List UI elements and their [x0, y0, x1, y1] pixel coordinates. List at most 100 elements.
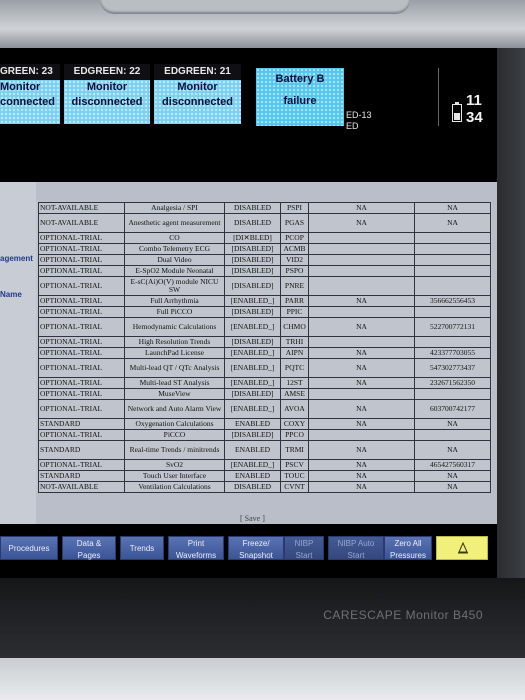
- table-cell: NA: [414, 202, 491, 214]
- table-cell: [DISABLED]: [224, 243, 281, 255]
- table-cell: NA: [308, 213, 415, 233]
- table-row[interactable]: OPTIONAL-TRIAL Network and Auto Alarm Vie…: [38, 399, 491, 419]
- save-button[interactable]: [ Save ]: [240, 514, 265, 523]
- alarm-tile-green-23[interactable]: GREEN: 23 Monitor connected: [0, 64, 60, 124]
- alarm-bar: GREEN: 23 Monitor connected EDGREEN: 22 …: [0, 64, 497, 131]
- table-row[interactable]: NOT-AVAILABLE Anesthetic agent measuremen…: [38, 213, 491, 233]
- alarm-tile-line: connected: [0, 96, 56, 108]
- table-cell: NA: [308, 481, 415, 493]
- device-bezel-top: [0, 0, 525, 48]
- table-row[interactable]: OPTIONAL-TRIAL MuseView [DISABLED] AMSE: [38, 388, 491, 400]
- softkey-4[interactable]: Freeze/Snapshot: [228, 536, 284, 560]
- table-cell: LaunchPad License: [124, 347, 225, 359]
- table-row[interactable]: OPTIONAL-TRIAL E-sC(Ai)O(V) module NICU S…: [38, 276, 491, 296]
- table-cell: ENABLED: [224, 470, 281, 482]
- table-cell: Anesthetic agent measurement: [124, 213, 225, 233]
- sidebar-label-name[interactable]: Name: [0, 290, 22, 299]
- table-cell: [DISABLED]: [224, 254, 281, 266]
- table-cell: [ENABLED_]: [224, 377, 281, 389]
- table-cell: OPTIONAL-TRIAL: [38, 377, 125, 389]
- softkey-2[interactable]: Trends: [120, 536, 164, 560]
- table-cell: Real-time Trends / minitrends: [124, 440, 225, 460]
- table-row[interactable]: OPTIONAL-TRIAL SvO2 [ENABLED_] PSCV NA 465427…: [38, 459, 491, 471]
- softkey-1[interactable]: Data & Pages: [62, 536, 116, 560]
- dialog-sidebar: agement Name: [0, 182, 36, 524]
- table-cell: OPTIONAL-TRIAL: [38, 399, 125, 419]
- table-row[interactable]: STANDARD Real-time Trends / minitrends ENA…: [38, 440, 491, 460]
- table-cell: [DISABLED]: [224, 265, 281, 277]
- table-cell: 603700742177: [414, 399, 491, 419]
- alarm-tile-edgreen-21[interactable]: EDGREEN: 21 Monitor disconnected: [154, 64, 241, 124]
- table-row[interactable]: OPTIONAL-TRIAL PiCCO [DISABLED] PPCO: [38, 429, 491, 441]
- table-row[interactable]: NOT-AVAILABLE Analgesia / SPI DISABLED PSPI…: [38, 202, 491, 214]
- table-cell: [308, 336, 415, 348]
- table-row[interactable]: OPTIONAL-TRIAL CO [DI✕BLED] PCOP: [38, 232, 491, 244]
- table-cell: 356662556453: [414, 295, 491, 307]
- table-cell: PSPO: [280, 265, 309, 277]
- table-cell: NA: [414, 213, 491, 233]
- clock: 11 34: [466, 92, 483, 126]
- alarm-tile-edgreen-22[interactable]: EDGREEN: 22 Monitor disconnected: [64, 64, 150, 124]
- table-cell: [308, 243, 415, 255]
- table-cell: [ENABLED_]: [224, 317, 281, 337]
- table-cell: Ventilation Calculations: [124, 481, 225, 493]
- table-row[interactable]: OPTIONAL-TRIAL E-SpO2 Module Neonatal [DIS…: [38, 265, 491, 277]
- table-cell: OPTIONAL-TRIAL: [38, 429, 125, 441]
- table-row[interactable]: OPTIONAL-TRIAL Combo Telemetry ECG [DISABL…: [38, 243, 491, 255]
- table-cell: NA: [414, 418, 491, 430]
- alarm-silence-button[interactable]: [436, 536, 488, 560]
- table-cell: TRHI: [280, 336, 309, 348]
- table-cell: PSPI: [280, 202, 309, 214]
- softkey-0[interactable]: Procedures: [0, 536, 58, 560]
- alarm-tile-line: Monitor: [86, 81, 128, 93]
- table-cell: 12ST: [280, 377, 309, 389]
- table-row[interactable]: OPTIONAL-TRIAL Full PiCCO [DISABLED] PPIC: [38, 306, 491, 318]
- softkey-6[interactable]: NIBP Auto Start: [328, 536, 384, 560]
- license-table-frame: NOT-AVAILABLE Analgesia / SPI DISABLED PSPI…: [36, 202, 492, 493]
- table-cell: [ENABLED_]: [224, 459, 281, 471]
- table-cell: [414, 306, 491, 318]
- software-license-dialog: agement Name NOT-AVAILABLE Analgesia / SP…: [0, 182, 497, 524]
- table-cell: [308, 306, 415, 318]
- table-cell: PCOP: [280, 232, 309, 244]
- table-cell: NA: [308, 399, 415, 419]
- table-cell: STANDARD: [38, 418, 125, 430]
- table-row[interactable]: OPTIONAL-TRIAL Dual Video [DISABLED] VID2: [38, 254, 491, 266]
- table-cell: OPTIONAL-TRIAL: [38, 306, 125, 318]
- table-cell: [414, 265, 491, 277]
- table-cell: CVNT: [280, 481, 309, 493]
- softkey-5[interactable]: NIBP Start: [284, 536, 324, 560]
- softkey-3[interactable]: Print Waveforms: [168, 536, 224, 560]
- table-cell: [ENABLED_]: [224, 358, 281, 378]
- alarm-tile-head: GREEN: 23: [0, 64, 60, 80]
- table-row[interactable]: OPTIONAL-TRIAL Full Arrhythmia [ENABLED_] P…: [38, 295, 491, 307]
- table-cell: STANDARD: [38, 440, 125, 460]
- table-cell: [414, 243, 491, 255]
- table-cell: OPTIONAL-TRIAL: [38, 276, 125, 296]
- table-cell: 232671562350: [414, 377, 491, 389]
- table-cell: [308, 232, 415, 244]
- table-cell: 522700772131: [414, 317, 491, 337]
- sidebar-label-management[interactable]: agement: [0, 254, 33, 263]
- table-cell: NA: [414, 440, 491, 460]
- table-cell: NA: [414, 481, 491, 493]
- table-row[interactable]: OPTIONAL-TRIAL Multi-lead QT / QTc Analys…: [38, 358, 491, 378]
- table-row[interactable]: OPTIONAL-TRIAL Hemodynamic Calculations [E…: [38, 317, 491, 337]
- table-cell: TOUC: [280, 470, 309, 482]
- battery-alarm-tile[interactable]: Battery B failure: [256, 68, 344, 126]
- table-row[interactable]: OPTIONAL-TRIAL LaunchPad License [ENABLED_…: [38, 347, 491, 359]
- license-table: NOT-AVAILABLE Analgesia / SPI DISABLED PSPI…: [38, 202, 491, 493]
- table-row[interactable]: OPTIONAL-TRIAL Multi-lead ST Analysis [ENA…: [38, 377, 491, 389]
- table-cell: PNRE: [280, 276, 309, 296]
- table-row[interactable]: STANDARD Oxygenation Calculations ENABLED C…: [38, 418, 491, 430]
- table-cell: [414, 232, 491, 244]
- table-cell: NA: [414, 470, 491, 482]
- table-row[interactable]: STANDARD Touch User Interface ENABLED TOUC N…: [38, 470, 491, 482]
- softkey-7[interactable]: Zero All Pressures: [384, 536, 432, 560]
- table-cell: 423377703055: [414, 347, 491, 359]
- table-cell: High Resolution Trends: [124, 336, 225, 348]
- table-row[interactable]: NOT-AVAILABLE Ventilation Calculations DIS…: [38, 481, 491, 493]
- table-cell: OPTIONAL-TRIAL: [38, 459, 125, 471]
- table-cell: Multi-lead ST Analysis: [124, 377, 225, 389]
- table-row[interactable]: OPTIONAL-TRIAL High Resolution Trends [DIS…: [38, 336, 491, 348]
